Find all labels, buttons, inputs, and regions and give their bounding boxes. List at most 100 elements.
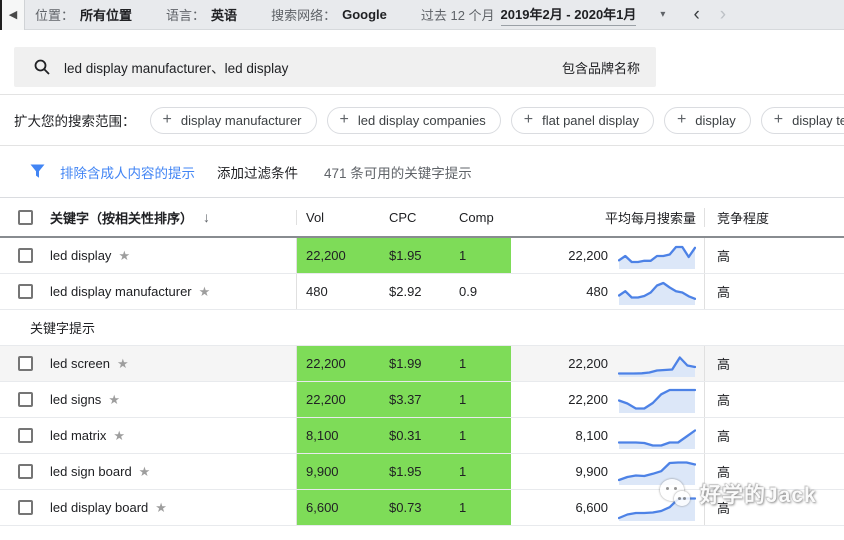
filter-bar: 排除含成人内容的提示 添加过滤条件 471 条可用的关键字提示: [0, 146, 844, 197]
expand-chip[interactable]: + display manufacturer: [149, 106, 317, 134]
keyword-text: led display board: [50, 500, 149, 515]
header-checkbox-cell: [0, 209, 50, 225]
avg-monthly-cell: 8,100: [511, 418, 705, 453]
keyword-ideas-section-label: 关键字提示: [0, 310, 844, 346]
chip-label: display manufacturer: [180, 112, 302, 128]
keyword-text: led signs: [50, 392, 102, 407]
chip-label: flat panel display: [542, 112, 639, 128]
expand-chips: + display manufacturer + led display compan…: [149, 106, 844, 134]
plus-icon: +: [339, 111, 349, 128]
keyword-text: led screen: [50, 356, 110, 371]
cpc-cell: $0.73: [380, 490, 450, 525]
competition-level: 高: [717, 429, 731, 444]
star-icon[interactable]: ★: [108, 392, 120, 408]
comp-cell: 1: [450, 346, 511, 381]
star-icon[interactable]: ★: [139, 464, 151, 480]
vol-cell: 22,200: [296, 346, 380, 381]
trend-sparkline: [618, 388, 696, 413]
vol-cell: 8,100: [296, 418, 380, 453]
row-checkbox[interactable]: [18, 248, 33, 263]
row-checkbox[interactable]: [18, 284, 33, 299]
comp-cell: 1: [450, 382, 511, 417]
star-icon[interactable]: ★: [155, 500, 167, 516]
table-row: led signs ★ 22,200 $3.37 1 22,200 高: [0, 382, 844, 418]
competition-level: 高: [717, 393, 731, 408]
avg-monthly-cell: 22,200: [511, 382, 705, 417]
back-arrow-icon: ◀: [8, 9, 18, 21]
competition-level: 高: [717, 249, 731, 264]
avg-monthly-cell: 6,600: [511, 490, 705, 525]
row-checkbox[interactable]: [18, 356, 33, 371]
trend-sparkline: [618, 496, 696, 521]
row-checkbox[interactable]: [18, 464, 33, 479]
header-competition[interactable]: 竞争程度: [705, 208, 844, 227]
network-value[interactable]: Google: [342, 7, 387, 22]
table-header-row: 关键字（按相关性排序） ↓ Vol CPC Comp 平均每月搜索量 竞争程度: [0, 198, 844, 238]
table-row: led screen ★ 22,200 $1.99 1 22,200 高: [0, 346, 844, 382]
next-period-icon: ›: [719, 4, 727, 25]
search-query-text[interactable]: led display manufacturer、led display: [64, 57, 288, 77]
table-row: led display manufacturer ★ 480 $2.92 0.9…: [0, 274, 844, 310]
expand-chip[interactable]: + display: [663, 106, 751, 134]
expand-chip[interactable]: + display technology: [760, 106, 844, 134]
location-value[interactable]: 所有位置: [80, 5, 132, 24]
header-comp[interactable]: Comp: [450, 210, 511, 225]
chip-label: display: [695, 112, 736, 128]
cpc-cell: $1.99: [380, 346, 450, 381]
search-section: led display manufacturer、led display 包含品…: [0, 30, 844, 95]
table-row: led display ★ 22,200 $1.95 1 22,200 高: [0, 238, 844, 274]
keyword-ideas-rows: led screen ★ 22,200 $1.99 1 22,200 高 led…: [0, 346, 844, 526]
period-label: 过去 12 个月: [420, 8, 495, 23]
prev-period-icon[interactable]: ‹: [693, 5, 699, 24]
expand-search-row: 扩大您的搜索范围： + display manufacturer + led disp…: [0, 95, 844, 146]
vol-cell: 22,200: [296, 382, 380, 417]
vol-cell: 9,900: [296, 454, 380, 489]
language-label: 语言：: [166, 8, 206, 23]
keyword-search-box[interactable]: led display manufacturer、led display 包含品…: [14, 47, 656, 87]
language-value[interactable]: 英语: [211, 5, 237, 24]
competition-level: 高: [717, 465, 731, 480]
comp-cell: 1: [450, 238, 511, 273]
avg-monthly-cell: 22,200: [511, 346, 705, 381]
expand-chip[interactable]: + flat panel display: [510, 106, 654, 134]
star-icon[interactable]: ★: [117, 356, 129, 372]
star-icon[interactable]: ★: [113, 428, 125, 444]
trend-sparkline: [618, 460, 696, 485]
header-keyword[interactable]: 关键字（按相关性排序） ↓: [50, 208, 296, 227]
sort-desc-icon: ↓: [203, 209, 211, 225]
row-checkbox[interactable]: [18, 428, 33, 443]
competition-level: 高: [717, 285, 731, 300]
row-checkbox[interactable]: [18, 392, 33, 407]
trend-sparkline: [618, 355, 696, 377]
exclude-adult-link[interactable]: 排除含成人内容的提示: [60, 162, 195, 182]
trend-sparkline: [618, 281, 696, 305]
avg-monthly-cell: 9,900: [511, 454, 705, 489]
trend-sparkline: [618, 245, 696, 269]
cpc-cell: $1.95: [380, 454, 450, 489]
expand-chip[interactable]: + led display companies: [326, 106, 501, 134]
star-icon[interactable]: ★: [199, 284, 211, 300]
row-checkbox[interactable]: [18, 500, 33, 515]
add-filter-button[interactable]: 添加过滤条件: [217, 162, 298, 182]
keyword-text: led display manufacturer: [50, 284, 192, 299]
header-vol[interactable]: Vol: [296, 209, 380, 225]
header-avg-monthly-searches[interactable]: 平均每月搜索量: [511, 207, 705, 227]
table-row: led display board ★ 6,600 $0.73 1 6,600 …: [0, 490, 844, 526]
table-row: led sign board ★ 9,900 $1.95 1 9,900 高: [0, 454, 844, 490]
settings-toolbar: ◀ 位置： 所有位置 语言： 英语 搜索网络： Google 过去 12 个月 …: [0, 0, 844, 30]
expand-search-label: 扩大您的搜索范围：: [14, 114, 136, 129]
location-label: 位置：: [35, 8, 75, 23]
date-dropdown-icon[interactable]: ▾: [660, 9, 665, 20]
avg-monthly-cell: 22,200: [511, 238, 705, 273]
star-icon[interactable]: ★: [118, 248, 130, 264]
collapse-panel-button[interactable]: ◀: [0, 0, 25, 30]
avg-monthly-cell: 480: [511, 274, 705, 309]
competition-level: 高: [717, 357, 731, 372]
select-all-checkbox[interactable]: [18, 209, 33, 225]
include-brand-label[interactable]: 包含品牌名称: [562, 58, 640, 77]
filter-icon[interactable]: [30, 164, 45, 179]
date-range-value[interactable]: 2019年2月 - 2020年1月: [500, 4, 637, 26]
competition-level: 高: [717, 501, 731, 516]
network-label: 搜索网络：: [271, 8, 337, 23]
header-cpc[interactable]: CPC: [380, 210, 450, 225]
